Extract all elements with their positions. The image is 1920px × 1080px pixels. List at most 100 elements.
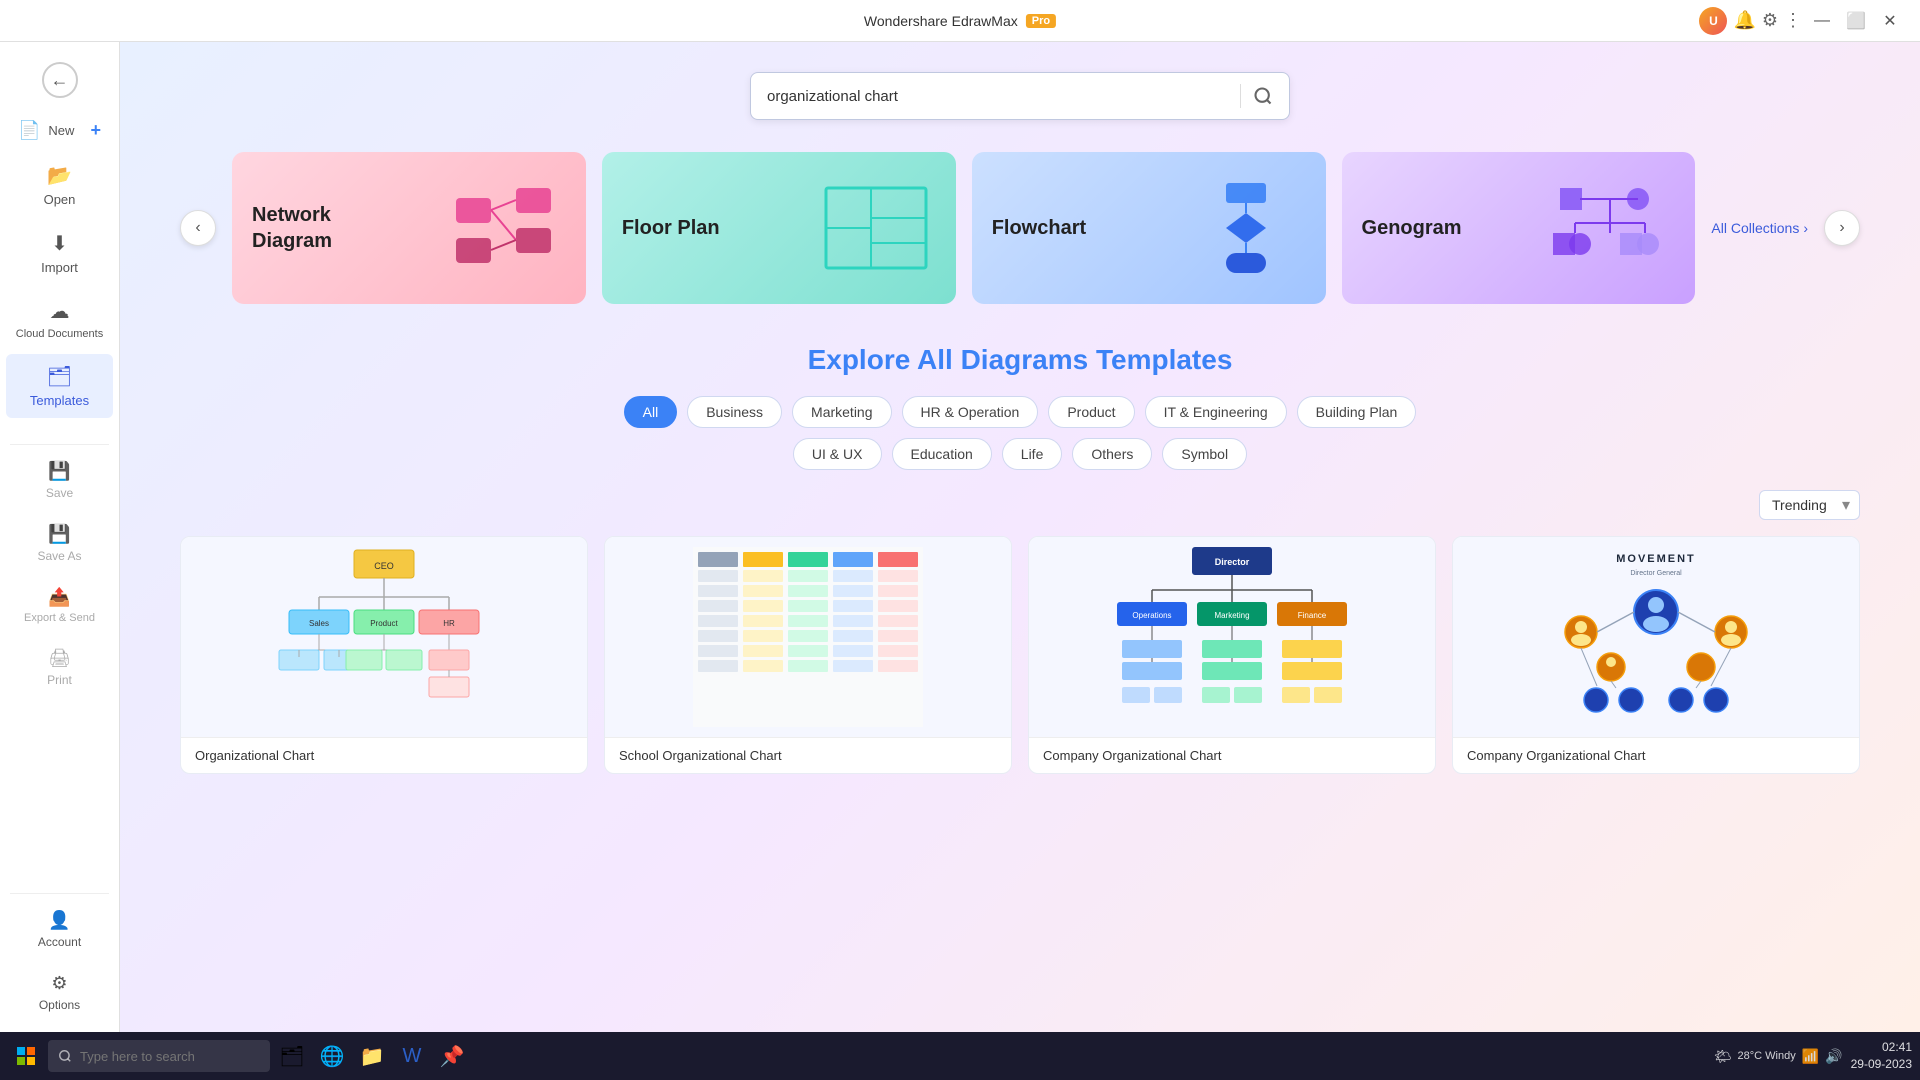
taskbar-app-explorer[interactable]: 🗂 [274, 1038, 310, 1074]
next-button[interactable]: › [1824, 210, 1860, 246]
open-icon: 📂 [47, 163, 72, 188]
template-card-network[interactable]: Network Diagram [232, 152, 586, 304]
template-cards-row: ‹ Network Diagram [180, 152, 1860, 304]
account-icon: 👤 [48, 910, 70, 931]
settings-icon[interactable]: ⚙ [1762, 10, 1778, 31]
plus-icon[interactable]: + [90, 120, 101, 141]
export-icon: 📤 [48, 587, 70, 608]
content-area: organizational chart ‹ Network Diagram [120, 42, 1920, 1032]
taskbar-app-edge[interactable]: 🌐 [314, 1038, 350, 1074]
app-name: Wondershare EdrawMax [864, 13, 1018, 29]
taskbar-right: 🌤 28°C Windy 📶 🔊 02:41 29-09-2023 [1714, 1039, 1912, 1073]
sound-icon[interactable]: 🔊 [1825, 1048, 1842, 1065]
svg-text:Finance: Finance [1298, 611, 1327, 620]
sidebar-open-label: Open [44, 192, 76, 207]
cloud-icon: ☁ [50, 299, 70, 324]
sidebar-cloud-label: Cloud Documents [16, 328, 103, 340]
weather-icon: 🌤 [1714, 1048, 1732, 1065]
template-grid-card-school[interactable]: School Organizational Chart [604, 536, 1012, 774]
save-icon: 💾 [48, 461, 70, 482]
sidebar-item-options[interactable]: ⚙ Options [6, 963, 113, 1022]
sidebar-item-open[interactable]: 📂 Open [6, 153, 113, 217]
sidebar-templates-label: Templates [30, 393, 89, 408]
template-grid-card-company[interactable]: Director Operations Marketing Finance [1028, 536, 1436, 774]
minimize-button[interactable]: — [1808, 7, 1836, 35]
weather-text: 28°C Windy [1738, 1050, 1796, 1062]
movement-chart-preview: MOVEMENT Director General [1453, 537, 1859, 737]
sort-select[interactable]: Trending Newest Popular [1759, 490, 1860, 520]
sidebar-save-label: Save [46, 486, 73, 500]
sidebar-back-button[interactable]: ← [6, 52, 113, 108]
template-cards: Network Diagram Floor Plan [232, 152, 1695, 304]
network-icon[interactable]: 📶 [1802, 1048, 1819, 1065]
save-as-icon: 💾 [48, 524, 70, 545]
svg-text:CEO: CEO [374, 561, 394, 571]
filter-others[interactable]: Others [1072, 438, 1152, 470]
svg-text:Sales: Sales [309, 619, 329, 628]
sidebar-item-cloud[interactable]: ☁ Cloud Documents [6, 289, 113, 350]
filter-life[interactable]: Life [1002, 438, 1063, 470]
taskbar-search[interactable] [48, 1040, 270, 1072]
more-icon[interactable]: ⋮ [1784, 10, 1802, 31]
filter-hr[interactable]: HR & Operation [902, 396, 1039, 428]
template-grid-card-org[interactable]: CEO Sales Product HR [180, 536, 588, 774]
flowchart-card-title: Flowchart [992, 215, 1086, 241]
filter-it[interactable]: IT & Engineering [1145, 396, 1287, 428]
taskbar-search-input[interactable] [80, 1049, 260, 1064]
sidebar-item-export[interactable]: 📤 Export & Send [6, 577, 113, 634]
sort-wrapper: Trending Newest Popular [1759, 490, 1860, 520]
all-collections-link[interactable]: All Collections › [1711, 220, 1808, 236]
template-card-genogram[interactable]: Genogram [1342, 152, 1696, 304]
sidebar-import-label: Import [41, 260, 78, 275]
sort-row: Trending Newest Popular [180, 490, 1860, 520]
chevron-right-icon: › [1803, 220, 1808, 236]
sidebar-item-account[interactable]: 👤 Account [6, 900, 113, 959]
maximize-button[interactable]: ⬜ [1842, 7, 1870, 35]
options-icon: ⚙ [51, 973, 67, 994]
system-clock[interactable]: 02:41 29-09-2023 [1851, 1039, 1912, 1073]
svg-text:MOVEMENT: MOVEMENT [1616, 553, 1696, 565]
svg-text:Director General: Director General [1630, 570, 1682, 577]
taskbar-app-edraw[interactable]: 📌 [434, 1038, 470, 1074]
sidebar-new-label: New [48, 123, 74, 138]
sidebar-item-templates[interactable]: 🗂 Templates [6, 354, 113, 418]
sidebar-item-import[interactable]: ⬇ Import [6, 221, 113, 285]
svg-text:HR: HR [443, 619, 455, 628]
filter-building[interactable]: Building Plan [1297, 396, 1417, 428]
filter-ui[interactable]: UI & UX [793, 438, 882, 470]
templates-icon: 🗂 [47, 364, 72, 389]
sidebar-item-save-as[interactable]: 💾 Save As [6, 514, 113, 573]
notification-icon[interactable]: 🔔 [1733, 10, 1755, 31]
search-button[interactable] [1253, 86, 1273, 106]
prev-button[interactable]: ‹ [180, 210, 216, 246]
start-button[interactable] [8, 1038, 44, 1074]
titlebar-controls: U 🔔 ⚙ ⋮ — ⬜ ✕ [1699, 7, 1904, 35]
sidebar-item-save[interactable]: 💾 Save [6, 451, 113, 510]
sidebar-account-label: Account [38, 935, 81, 949]
search-divider [1240, 84, 1241, 108]
print-icon: 🖨 [48, 648, 71, 669]
taskbar-app-word[interactable]: W [394, 1038, 430, 1074]
filter-product[interactable]: Product [1048, 396, 1134, 428]
taskbar-app-files[interactable]: 📁 [354, 1038, 390, 1074]
template-grid-card-movement[interactable]: MOVEMENT Director General [1452, 536, 1860, 774]
filter-symbol[interactable]: Symbol [1162, 438, 1247, 470]
filter-education[interactable]: Education [892, 438, 992, 470]
filter-business[interactable]: Business [687, 396, 782, 428]
sidebar-export-label: Export & Send [24, 612, 95, 624]
filter-all[interactable]: All [624, 396, 678, 428]
template-card-flowchart[interactable]: Flowchart [972, 152, 1326, 304]
org-chart-preview: CEO Sales Product HR [181, 537, 587, 737]
sidebar-save-as-label: Save As [37, 549, 81, 563]
import-icon: ⬇ [51, 231, 68, 256]
sidebar-item-new[interactable]: 📄 New + [6, 112, 113, 149]
sidebar-print-label: Print [47, 673, 72, 687]
user-avatar[interactable]: U [1699, 7, 1727, 35]
genogram-card-title: Genogram [1362, 215, 1462, 241]
template-card-floor[interactable]: Floor Plan [602, 152, 956, 304]
new-icon: 📄 [18, 120, 40, 141]
search-input[interactable]: organizational chart [767, 88, 1228, 105]
close-button[interactable]: ✕ [1876, 7, 1904, 35]
filter-marketing[interactable]: Marketing [792, 396, 891, 428]
sidebar-item-print[interactable]: 🖨 Print [6, 638, 113, 697]
